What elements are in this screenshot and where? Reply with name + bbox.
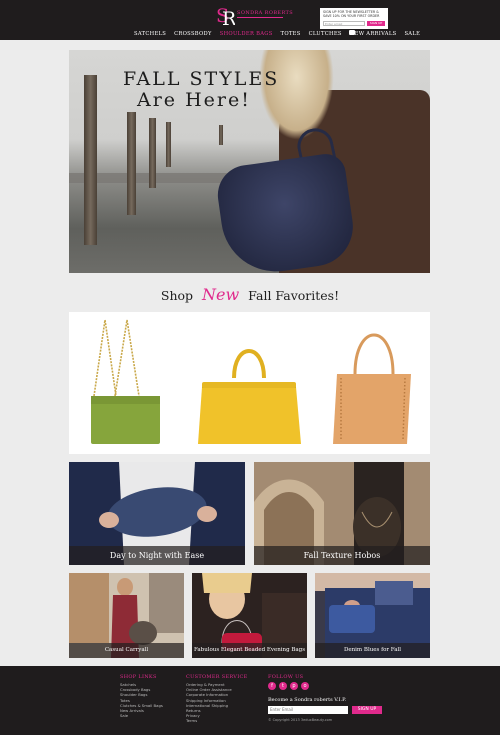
brand-underline: [237, 17, 283, 18]
top-utility-icons: [345, 1, 385, 35]
site-footer: SHOP LINKS Satchels Crossbody Bags Shoul…: [0, 666, 500, 735]
feature-tile-denim-blues[interactable]: Denim Blues for Fall: [315, 573, 430, 658]
twitter-icon[interactable]: t: [279, 682, 287, 690]
hero-post: [219, 125, 223, 145]
social-icons: f t p o: [268, 682, 382, 690]
nav-item-shoulder-bags[interactable]: SHOULDER BAGS: [220, 30, 273, 39]
instagram-icon[interactable]: o: [301, 682, 309, 690]
newsletter-text: SIGN UP FOR THE NEWSLETTER & SAVE 10% ON…: [323, 10, 380, 18]
facebook-icon[interactable]: f: [268, 682, 276, 690]
footer-link-sale[interactable]: Sale: [120, 713, 163, 718]
vip-signup-button[interactable]: SIGN UP: [352, 706, 382, 714]
footer-shop-heading: SHOP LINKS: [120, 674, 157, 680]
main-nav: SATCHELS CROSSBODY SHOULDER BAGS TOTES C…: [134, 30, 428, 39]
feature-caption: Day to Night with Ease: [69, 546, 245, 565]
sr-monogram-icon: S R: [216, 5, 235, 27]
nav-item-totes[interactable]: TOTES: [281, 30, 301, 39]
vip-label: Become a Sondra roberts V.I.P.: [268, 697, 347, 703]
product-tan-studded-hobo[interactable]: [333, 333, 411, 444]
feature-caption: Casual Carryall: [69, 643, 184, 658]
hero-post: [127, 112, 136, 215]
brand-logo[interactable]: S R SONDRA ROBERTS: [215, 3, 293, 27]
product-images: [91, 319, 411, 444]
brand-name: SONDRA ROBERTS: [237, 10, 294, 16]
footer-shop-links: SHOP LINKS Satchels Crossbody Bags Shoul…: [120, 674, 163, 718]
hero-banner[interactable]: FALL STYLES Are Here!: [69, 50, 430, 273]
newsletter-signup: SIGN UP FOR THE NEWSLETTER & SAVE 10% ON…: [320, 8, 388, 29]
footer-link-terms[interactable]: Terms: [186, 718, 248, 723]
footer-follow-heading: FOLLOW US: [268, 674, 304, 680]
nav-item-sale[interactable]: SALE: [404, 30, 420, 39]
hero-title-line1: FALL STYLES: [123, 68, 280, 90]
newsletter-email-input[interactable]: Enter email: [323, 21, 365, 26]
site-header: S R SONDRA ROBERTS SIGN UP FOR THE NEWSL…: [0, 0, 500, 40]
nav-item-new-arrivals[interactable]: NEW ARRIVALS: [350, 30, 397, 39]
feature-tile-casual-carryall[interactable]: Casual Carryall: [69, 573, 184, 658]
nav-item-crossbody[interactable]: CROSSBODY: [174, 30, 212, 39]
shop-new-heading: Shop New Fall Favorites!: [0, 285, 500, 304]
feature-caption: Fabulous Elegant Beaded Evening Bags: [192, 643, 307, 658]
vip-signup: Enter Email SIGN UP: [268, 706, 382, 714]
product-yellow-woven-satchel[interactable]: [198, 349, 301, 444]
shop-new-prefix: Shop: [160, 288, 194, 303]
shop-new-highlight: New: [202, 285, 240, 304]
feature-tile-texture-hobos[interactable]: Fall Texture Hobos: [254, 462, 430, 565]
nav-item-clutches[interactable]: CLUTCHES: [309, 30, 342, 39]
product-showcase: [69, 312, 430, 454]
pinterest-icon[interactable]: p: [290, 682, 298, 690]
nav-item-satchels[interactable]: SATCHELS: [134, 30, 166, 39]
hero-post: [166, 122, 171, 167]
feature-tile-day-to-night[interactable]: Day to Night with Ease: [69, 462, 245, 565]
footer-service-heading: CUSTOMER SERVICE: [186, 674, 248, 680]
hero-title-line2: Are Here!: [137, 89, 251, 111]
feature-tile-evening-bags[interactable]: Fabulous Elegant Beaded Evening Bags: [192, 573, 307, 658]
hero-bag: [213, 151, 359, 273]
hero-post: [149, 118, 156, 188]
product-green-chain-clutch[interactable]: [91, 319, 160, 444]
feature-caption: Denim Blues for Fall: [315, 643, 430, 658]
copyright: © Copyright 2013 3eduxBeauty.com: [268, 718, 333, 722]
shop-new-suffix: Fall Favorites!: [248, 288, 340, 303]
newsletter-signup-button[interactable]: SIGN UP: [367, 21, 385, 26]
feature-caption: Fall Texture Hobos: [254, 546, 430, 565]
hero-model-hair: [259, 50, 334, 140]
svg-text:R: R: [222, 8, 235, 27]
hero-post: [84, 75, 97, 245]
footer-customer-service: CUSTOMER SERVICE Ordering & Payment Onli…: [186, 674, 248, 724]
vip-email-input[interactable]: Enter Email: [268, 706, 348, 714]
footer-follow: FOLLOW US f t p o Become a Sondra robert…: [268, 674, 382, 722]
